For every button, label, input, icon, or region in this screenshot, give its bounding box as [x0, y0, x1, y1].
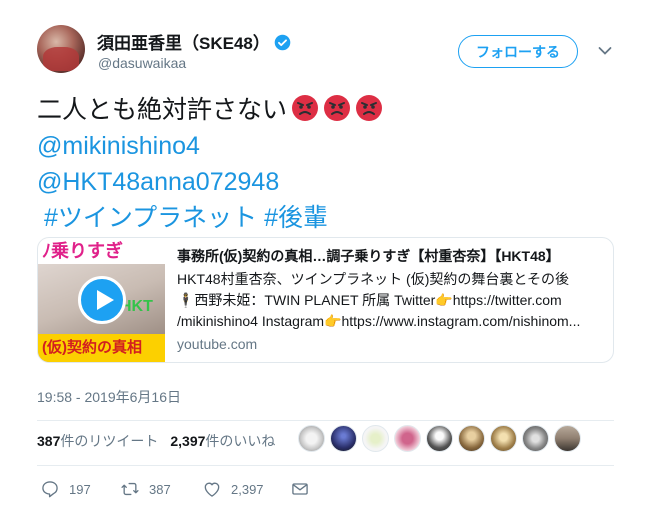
video-thumbnail[interactable]: ﾉ乗りすぎ HKT (仮)契約の真相: [38, 238, 165, 362]
hashtag-link-2[interactable]: #後輩: [264, 204, 328, 232]
card-desc-line-3: /mikinishino4 Instagram👉https://www.inst…: [177, 313, 581, 329]
display-name-text[interactable]: 須田亜香里（SKE48）: [97, 34, 270, 53]
like-count: 2,397: [231, 481, 264, 497]
card-description: HKT48村重杏奈、ツインプラネット (仮)契約の舞台裏とその後 🕴西野未姫：T…: [177, 269, 607, 332]
tweet-main-text: 二人とも絶対許さない: [37, 96, 288, 124]
retweets-stat-count: 387: [37, 433, 61, 449]
angry-face-emoji-icon: [292, 95, 319, 121]
link-preview-card[interactable]: ﾉ乗りすぎ HKT (仮)契約の真相 事務所(仮)契約の真相…調子乗りすぎ【村重…: [37, 237, 614, 363]
likes-stat[interactable]: 2,397件のいいね: [170, 433, 275, 449]
liker-avatar[interactable]: [458, 425, 485, 452]
reply-count: 197: [69, 481, 91, 497]
liker-avatar[interactable]: [298, 425, 325, 452]
card-title[interactable]: 事務所(仮)契約の真相…調子乗りすぎ【村重杏奈】【HKT48】: [177, 246, 607, 266]
liker-avatar[interactable]: [330, 425, 357, 452]
liker-avatar[interactable]: [362, 425, 389, 452]
retweet-count: 387: [149, 481, 171, 497]
direct-message-button[interactable]: [290, 479, 319, 499]
card-body: 事務所(仮)契約の真相…調子乗りすぎ【村重杏奈】【HKT48】 HKT48村重杏…: [177, 246, 607, 352]
reply-icon: [42, 481, 58, 498]
tweet-stats: 387件のリツイート 2,397件のいいね: [37, 431, 275, 451]
verified-badge-icon: [274, 34, 291, 51]
like-button[interactable]: 2,397: [202, 479, 290, 499]
envelope-icon: [292, 483, 308, 495]
likes-stat-label: 件のいいね: [205, 433, 276, 449]
avatar[interactable]: [37, 25, 85, 73]
liker-avatars: [298, 425, 586, 457]
liker-avatar[interactable]: [490, 425, 517, 452]
thumbnail-caption-text: (仮)契約の真相: [38, 334, 165, 362]
card-desc-line-2: 🕴西野未姫：TWIN PLANET 所属 Twitter👉https://twi…: [177, 292, 562, 308]
retweets-stat[interactable]: 387件のリツイート: [37, 433, 158, 449]
retweets-stat-label: 件のリツイート: [60, 433, 159, 449]
tweet-hashtags: #ツインプラネット #後輩: [37, 200, 383, 236]
chevron-down-icon[interactable]: [598, 46, 612, 56]
liker-avatar[interactable]: [394, 425, 421, 452]
divider: [37, 465, 614, 466]
card-desc-line-1: HKT48村重杏奈、ツインプラネット (仮)契約の舞台裏とその後: [177, 271, 569, 287]
likes-stat-count: 2,397: [170, 433, 206, 449]
retweet-button[interactable]: 387: [120, 479, 202, 499]
liker-avatar[interactable]: [522, 425, 549, 452]
tweet-text: 二人とも絶対許さない @mikinishino4 @HKT48anna07294…: [37, 92, 383, 236]
user-handle[interactable]: @dasuwaikaa: [98, 55, 186, 71]
retweet-icon: [121, 482, 139, 496]
angry-face-emoji-icon: [356, 95, 383, 121]
angry-face-emoji-icon: [324, 95, 351, 121]
divider: [37, 420, 614, 421]
thumbnail-banner-text: ﾉ乗りすぎ: [38, 238, 165, 264]
mention-link-1[interactable]: @mikinishino4: [37, 128, 383, 164]
liker-avatar[interactable]: [554, 425, 581, 452]
heart-icon: [204, 482, 220, 497]
tweet-timestamp[interactable]: 19:58 - 2019年6月16日: [37, 387, 181, 407]
liker-avatar[interactable]: [426, 425, 453, 452]
tweet-line-1: 二人とも絶対許さない: [37, 92, 383, 128]
display-name[interactable]: 須田亜香里（SKE48）: [97, 29, 291, 54]
reply-button[interactable]: 197: [40, 479, 120, 499]
mention-link-2[interactable]: @HKT48anna072948: [37, 164, 383, 200]
hashtag-link-1[interactable]: #ツインプラネット: [44, 204, 257, 232]
play-icon[interactable]: [78, 276, 126, 324]
tweet-actions: 197 387 2,397: [37, 478, 319, 500]
card-domain: youtube.com: [177, 336, 258, 352]
follow-button[interactable]: フォローする: [458, 35, 578, 68]
